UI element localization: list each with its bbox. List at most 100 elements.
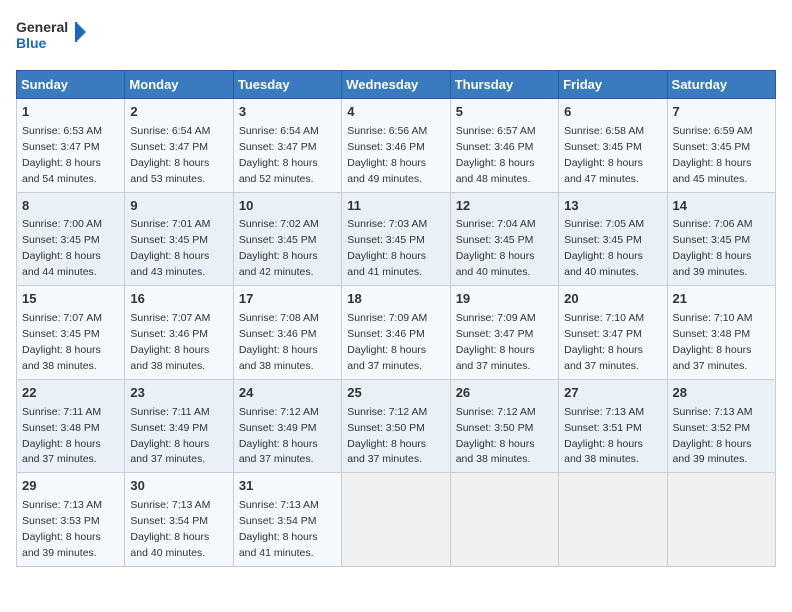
day-number: 17: [239, 290, 336, 309]
logo-svg: General Blue: [16, 16, 86, 58]
day-info: Sunrise: 6:58 AMSunset: 3:45 PMDaylight:…: [564, 125, 644, 185]
day-info: Sunrise: 7:03 AMSunset: 3:45 PMDaylight:…: [347, 218, 427, 278]
day-number: 11: [347, 197, 444, 216]
day-info: Sunrise: 7:13 AMSunset: 3:53 PMDaylight:…: [22, 499, 102, 559]
calendar-day-cell: 3Sunrise: 6:54 AMSunset: 3:47 PMDaylight…: [233, 99, 341, 193]
calendar-day-cell: 22 Sunrise: 7:11 AMSunset: 3:48 PMDayligh…: [17, 379, 125, 473]
day-info: Sunrise: 7:02 AMSunset: 3:45 PMDaylight:…: [239, 218, 319, 278]
day-number: 22: [22, 384, 119, 403]
day-info: Sunrise: 6:54 AMSunset: 3:47 PMDaylight:…: [130, 125, 210, 185]
day-info: Sunrise: 7:05 AMSunset: 3:45 PMDaylight:…: [564, 218, 644, 278]
day-number: 10: [239, 197, 336, 216]
day-number: 6: [564, 103, 661, 122]
calendar-day-cell: 26Sunrise: 7:12 AMSunset: 3:50 PMDayligh…: [450, 379, 558, 473]
day-info: Sunrise: 7:00 AMSunset: 3:45 PMDaylight:…: [22, 218, 102, 278]
day-info: Sunrise: 7:08 AMSunset: 3:46 PMDaylight:…: [239, 312, 319, 372]
calendar-header-row: SundayMondayTuesdayWednesdayThursdayFrid…: [17, 71, 776, 99]
calendar-week-row: 15 Sunrise: 7:07 AMSunset: 3:45 PMDayligh…: [17, 286, 776, 380]
day-number: 28: [673, 384, 770, 403]
calendar-day-cell: 5 Sunrise: 6:57 AMSunset: 3:46 PMDaylight…: [450, 99, 558, 193]
calendar-day-cell: 1 Sunrise: 6:53 AMSunset: 3:47 PMDaylight…: [17, 99, 125, 193]
calendar-week-row: 8 Sunrise: 7:00 AMSunset: 3:45 PMDaylight…: [17, 192, 776, 286]
day-of-week-header: Friday: [559, 71, 667, 99]
calendar-week-row: 29 Sunrise: 7:13 AMSunset: 3:53 PMDayligh…: [17, 473, 776, 567]
day-number: 8: [22, 197, 119, 216]
day-info: Sunrise: 6:56 AMSunset: 3:46 PMDaylight:…: [347, 125, 427, 185]
day-of-week-header: Tuesday: [233, 71, 341, 99]
day-number: 21: [673, 290, 770, 309]
calendar-day-cell: 6 Sunrise: 6:58 AMSunset: 3:45 PMDaylight…: [559, 99, 667, 193]
day-number: 13: [564, 197, 661, 216]
day-number: 26: [456, 384, 553, 403]
calendar-day-cell: 15 Sunrise: 7:07 AMSunset: 3:45 PMDayligh…: [17, 286, 125, 380]
day-number: 14: [673, 197, 770, 216]
page-header: General Blue: [16, 16, 776, 58]
calendar-day-cell: 31 Sunrise: 7:13 AMSunset: 3:54 PMDayligh…: [233, 473, 341, 567]
day-info: Sunrise: 7:07 AMSunset: 3:45 PMDaylight:…: [22, 312, 102, 372]
calendar-day-cell: [667, 473, 775, 567]
day-of-week-header: Sunday: [17, 71, 125, 99]
day-info: Sunrise: 7:11 AMSunset: 3:48 PMDaylight:…: [22, 406, 101, 466]
day-number: 3: [239, 103, 336, 122]
day-number: 12: [456, 197, 553, 216]
day-info: Sunrise: 6:59 AMSunset: 3:45 PMDaylight:…: [673, 125, 753, 185]
calendar-day-cell: [559, 473, 667, 567]
svg-text:Blue: Blue: [16, 35, 47, 51]
calendar-day-cell: 9 Sunrise: 7:01 AMSunset: 3:45 PMDaylight…: [125, 192, 233, 286]
day-number: 20: [564, 290, 661, 309]
calendar-day-cell: 27 Sunrise: 7:13 AMSunset: 3:51 PMDayligh…: [559, 379, 667, 473]
day-info: Sunrise: 7:07 AMSunset: 3:46 PMDaylight:…: [130, 312, 210, 372]
day-info: Sunrise: 6:53 AMSunset: 3:47 PMDaylight:…: [22, 125, 102, 185]
day-number: 16: [130, 290, 227, 309]
day-info: Sunrise: 7:13 AMSunset: 3:54 PMDaylight:…: [239, 499, 319, 559]
calendar-day-cell: 19 Sunrise: 7:09 AMSunset: 3:47 PMDayligh…: [450, 286, 558, 380]
calendar-day-cell: 17 Sunrise: 7:08 AMSunset: 3:46 PMDayligh…: [233, 286, 341, 380]
day-of-week-header: Thursday: [450, 71, 558, 99]
calendar-week-row: 22 Sunrise: 7:11 AMSunset: 3:48 PMDayligh…: [17, 379, 776, 473]
day-info: Sunrise: 7:12 AMSunset: 3:49 PMDaylight:…: [239, 406, 319, 466]
day-of-week-header: Saturday: [667, 71, 775, 99]
day-number: 23: [130, 384, 227, 403]
calendar-day-cell: 13 Sunrise: 7:05 AMSunset: 3:45 PMDayligh…: [559, 192, 667, 286]
calendar-day-cell: 4 Sunrise: 6:56 AMSunset: 3:46 PMDaylight…: [342, 99, 450, 193]
calendar-day-cell: 10 Sunrise: 7:02 AMSunset: 3:45 PMDayligh…: [233, 192, 341, 286]
day-number: 4: [347, 103, 444, 122]
calendar-day-cell: 12Sunrise: 7:04 AMSunset: 3:45 PMDayligh…: [450, 192, 558, 286]
day-number: 19: [456, 290, 553, 309]
svg-text:General: General: [16, 19, 68, 35]
calendar-day-cell: 11 Sunrise: 7:03 AMSunset: 3:45 PMDayligh…: [342, 192, 450, 286]
calendar-day-cell: 20 Sunrise: 7:10 AMSunset: 3:47 PMDayligh…: [559, 286, 667, 380]
day-number: 29: [22, 477, 119, 496]
calendar-day-cell: [342, 473, 450, 567]
calendar-day-cell: 29 Sunrise: 7:13 AMSunset: 3:53 PMDayligh…: [17, 473, 125, 567]
day-number: 27: [564, 384, 661, 403]
calendar-day-cell: 16 Sunrise: 7:07 AMSunset: 3:46 PMDayligh…: [125, 286, 233, 380]
calendar-day-cell: 21 Sunrise: 7:10 AMSunset: 3:48 PMDayligh…: [667, 286, 775, 380]
calendar-day-cell: 2Sunrise: 6:54 AMSunset: 3:47 PMDaylight…: [125, 99, 233, 193]
day-info: Sunrise: 7:10 AMSunset: 3:48 PMDaylight:…: [673, 312, 753, 372]
calendar-week-row: 1 Sunrise: 6:53 AMSunset: 3:47 PMDaylight…: [17, 99, 776, 193]
calendar-day-cell: 7 Sunrise: 6:59 AMSunset: 3:45 PMDaylight…: [667, 99, 775, 193]
day-number: 9: [130, 197, 227, 216]
calendar-day-cell: 30Sunrise: 7:13 AMSunset: 3:54 PMDayligh…: [125, 473, 233, 567]
day-number: 7: [673, 103, 770, 122]
calendar-day-cell: [450, 473, 558, 567]
day-number: 5: [456, 103, 553, 122]
day-info: Sunrise: 6:57 AMSunset: 3:46 PMDaylight:…: [456, 125, 536, 185]
calendar-day-cell: 8 Sunrise: 7:00 AMSunset: 3:45 PMDaylight…: [17, 192, 125, 286]
day-number: 24: [239, 384, 336, 403]
day-info: Sunrise: 7:10 AMSunset: 3:47 PMDaylight:…: [564, 312, 644, 372]
day-info: Sunrise: 7:09 AMSunset: 3:47 PMDaylight:…: [456, 312, 536, 372]
day-info: Sunrise: 7:13 AMSunset: 3:52 PMDaylight:…: [673, 406, 753, 466]
day-info: Sunrise: 7:13 AMSunset: 3:51 PMDaylight:…: [564, 406, 644, 466]
day-of-week-header: Wednesday: [342, 71, 450, 99]
day-info: Sunrise: 7:11 AMSunset: 3:49 PMDaylight:…: [130, 406, 209, 466]
day-number: 15: [22, 290, 119, 309]
calendar-day-cell: 25Sunrise: 7:12 AMSunset: 3:50 PMDayligh…: [342, 379, 450, 473]
calendar-day-cell: 23 Sunrise: 7:11 AMSunset: 3:49 PMDayligh…: [125, 379, 233, 473]
day-number: 1: [22, 103, 119, 122]
day-info: Sunrise: 7:01 AMSunset: 3:45 PMDaylight:…: [130, 218, 210, 278]
calendar-body: 1 Sunrise: 6:53 AMSunset: 3:47 PMDaylight…: [17, 99, 776, 567]
day-info: Sunrise: 7:06 AMSunset: 3:45 PMDaylight:…: [673, 218, 753, 278]
day-number: 31: [239, 477, 336, 496]
